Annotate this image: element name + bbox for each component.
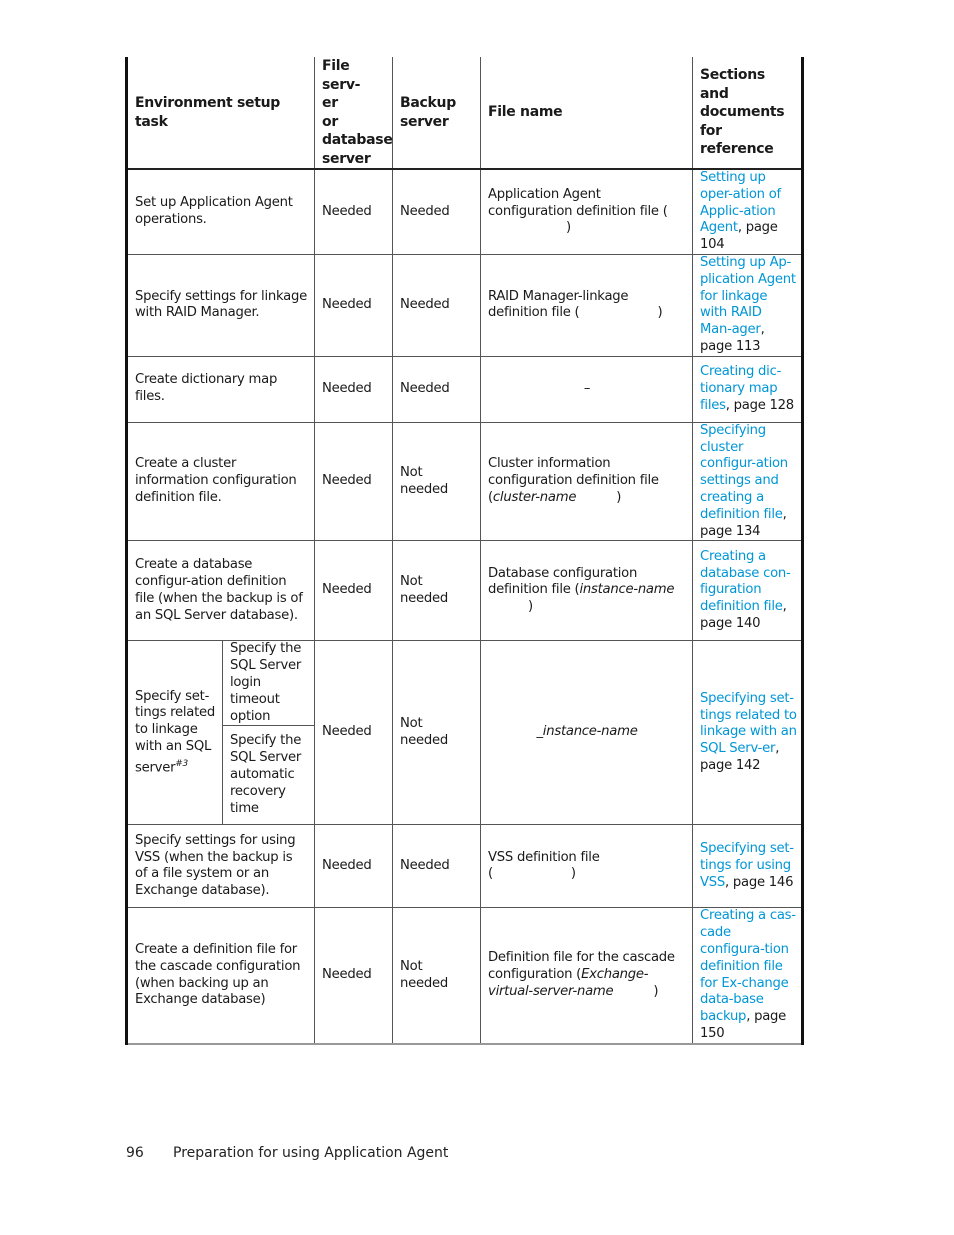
task-cell: Create a cluster information configurati… — [124, 421, 316, 542]
reference-page: , page 146 — [725, 874, 794, 890]
file-name-suffix: ) — [653, 983, 659, 999]
task-cell: Create dictionary map files. — [124, 355, 316, 423]
reference-cell: Specifying cluster configur-ation settin… — [692, 421, 805, 542]
reference-cell: Creating dic-tionary map files, page 128 — [692, 355, 805, 423]
page-footer: 96 Preparation for using Application Agen… — [126, 1145, 448, 1161]
task-cell: Create a definition file for the cascade… — [124, 907, 316, 1045]
file-name-cell: Cluster information configuration defini… — [480, 421, 694, 542]
backup-server-cell: Not needed — [392, 640, 482, 826]
reference-link[interactable]: Creating a database con-figuration defin… — [700, 549, 791, 614]
file-name-text: VSS definition file — [488, 849, 600, 865]
file-name-text: Application Agent configuration definiti… — [488, 186, 668, 219]
footer-section-title: Preparation for using Application Agent — [173, 1145, 449, 1161]
reference-cell: Setting up oper-ation of Applic-ation Ag… — [692, 168, 805, 255]
file-name-cell: Application Agent configuration definiti… — [480, 168, 694, 255]
task-cell: Create a database configur-ation definit… — [124, 540, 316, 642]
table-header-row: Environment setup task File serv- er or … — [124, 57, 805, 170]
file-name-suffix: ) — [528, 599, 533, 615]
file-name-variable: instance-name — [542, 724, 638, 740]
file-name-cell: Definition file for the cascade configur… — [480, 907, 694, 1045]
header-file-name: File name — [480, 57, 694, 170]
backup-server-cell: Needed — [392, 168, 482, 255]
file-name-cell: VSS definition file() — [480, 824, 694, 909]
setup-tasks-table: Environment setup task File serv- er or … — [124, 57, 805, 1045]
table-row: Create a cluster information configurati… — [124, 421, 805, 542]
file-server-cell: Needed — [314, 168, 394, 255]
file-server-cell: Needed — [314, 540, 394, 642]
header-file-server: File serv- er or database server — [314, 57, 394, 170]
table-row: Create a database configur-ation definit… — [124, 540, 805, 642]
subtask-cell: Specify the SQL Server automatic recover… — [221, 725, 316, 826]
file-server-cell: Needed — [314, 253, 394, 357]
file-name-cell: – — [480, 355, 694, 423]
reference-page: , page 128 — [725, 397, 794, 413]
file-name-cell: Database configuration definition file (… — [480, 540, 694, 642]
file-server-cell: Needed — [314, 355, 394, 423]
file-name-cell: _instance-name — [480, 640, 694, 826]
subtask-cell: Specify the SQL Server login timeout opt… — [221, 640, 316, 727]
task-cell: Specify settings for using VSS (when the… — [124, 824, 316, 909]
file-name-suffix: ) — [566, 220, 571, 236]
reference-cell: Specifying set-tings for using VSS, page… — [692, 824, 805, 909]
file-name-suffix: ) — [657, 305, 663, 321]
file-name-suffix: ) — [570, 866, 576, 882]
table-row: Specify set-tings related to linkage wit… — [125, 640, 805, 826]
reference-cell: Setting up Ap-plication Agent for linkag… — [692, 253, 805, 357]
table-row: Specify settings for linkage with RAID M… — [124, 253, 805, 357]
table-row: Specify settings for using VSS (when the… — [124, 824, 805, 909]
backup-server-cell: Not needed — [392, 907, 482, 1045]
task-cell: Specify settings for linkage with RAID M… — [124, 253, 316, 357]
header-reference: Sections and documents for reference — [692, 57, 805, 170]
footnote-marker: #3 — [175, 758, 189, 769]
file-server-cell: Needed — [314, 640, 394, 826]
backup-server-cell: Needed — [392, 253, 482, 357]
header-task: Environment setup task — [124, 57, 316, 170]
table-row: Create dictionary map files. Needed Need… — [124, 355, 805, 423]
table-row: Create a definition file for the cascade… — [124, 907, 805, 1045]
page-number: 96 — [126, 1145, 144, 1161]
file-name-cell: RAID Manager-linkage definition file () — [480, 253, 694, 357]
reference-cell: Specifying set-tings related to linkage … — [692, 640, 805, 826]
backup-server-cell: Needed — [392, 355, 482, 423]
table-row: Set up Application Agent operations. Nee… — [124, 168, 805, 255]
header-backup-server: Backup server — [392, 57, 482, 170]
backup-server-cell: Not needed — [392, 540, 482, 642]
reference-link[interactable]: Setting up Ap-plication Agent for linkag… — [700, 255, 796, 337]
file-server-cell: Needed — [314, 421, 394, 542]
file-server-cell: Needed — [314, 824, 394, 909]
reference-cell: Creating a cas-cade configura-tion defin… — [692, 907, 805, 1045]
task-cell: Set up Application Agent operations. — [124, 168, 316, 255]
reference-link[interactable]: Creating a cas-cade configura-tion defin… — [700, 908, 796, 1024]
reference-cell: Creating a database con-figuration defin… — [692, 540, 805, 642]
setup-tasks-table-container: Environment setup task File serv- er or … — [124, 57, 805, 1045]
file-server-cell: Needed — [314, 907, 394, 1045]
file-name-suffix: ) — [616, 489, 622, 505]
reference-link[interactable]: Specifying cluster configur-ation settin… — [700, 423, 788, 522]
file-name-variable: instance-name — [579, 582, 675, 598]
file-name-text: RAID Manager-linkage definition file ( — [488, 288, 629, 321]
backup-server-cell: Not needed — [392, 421, 482, 542]
reference-link[interactable]: Specifying set-tings related to linkage … — [700, 691, 797, 756]
file-name-variable: cluster-name — [492, 489, 577, 505]
task-cell: Specify set-tings related to linkage wit… — [125, 640, 223, 826]
backup-server-cell: Needed — [392, 824, 482, 909]
